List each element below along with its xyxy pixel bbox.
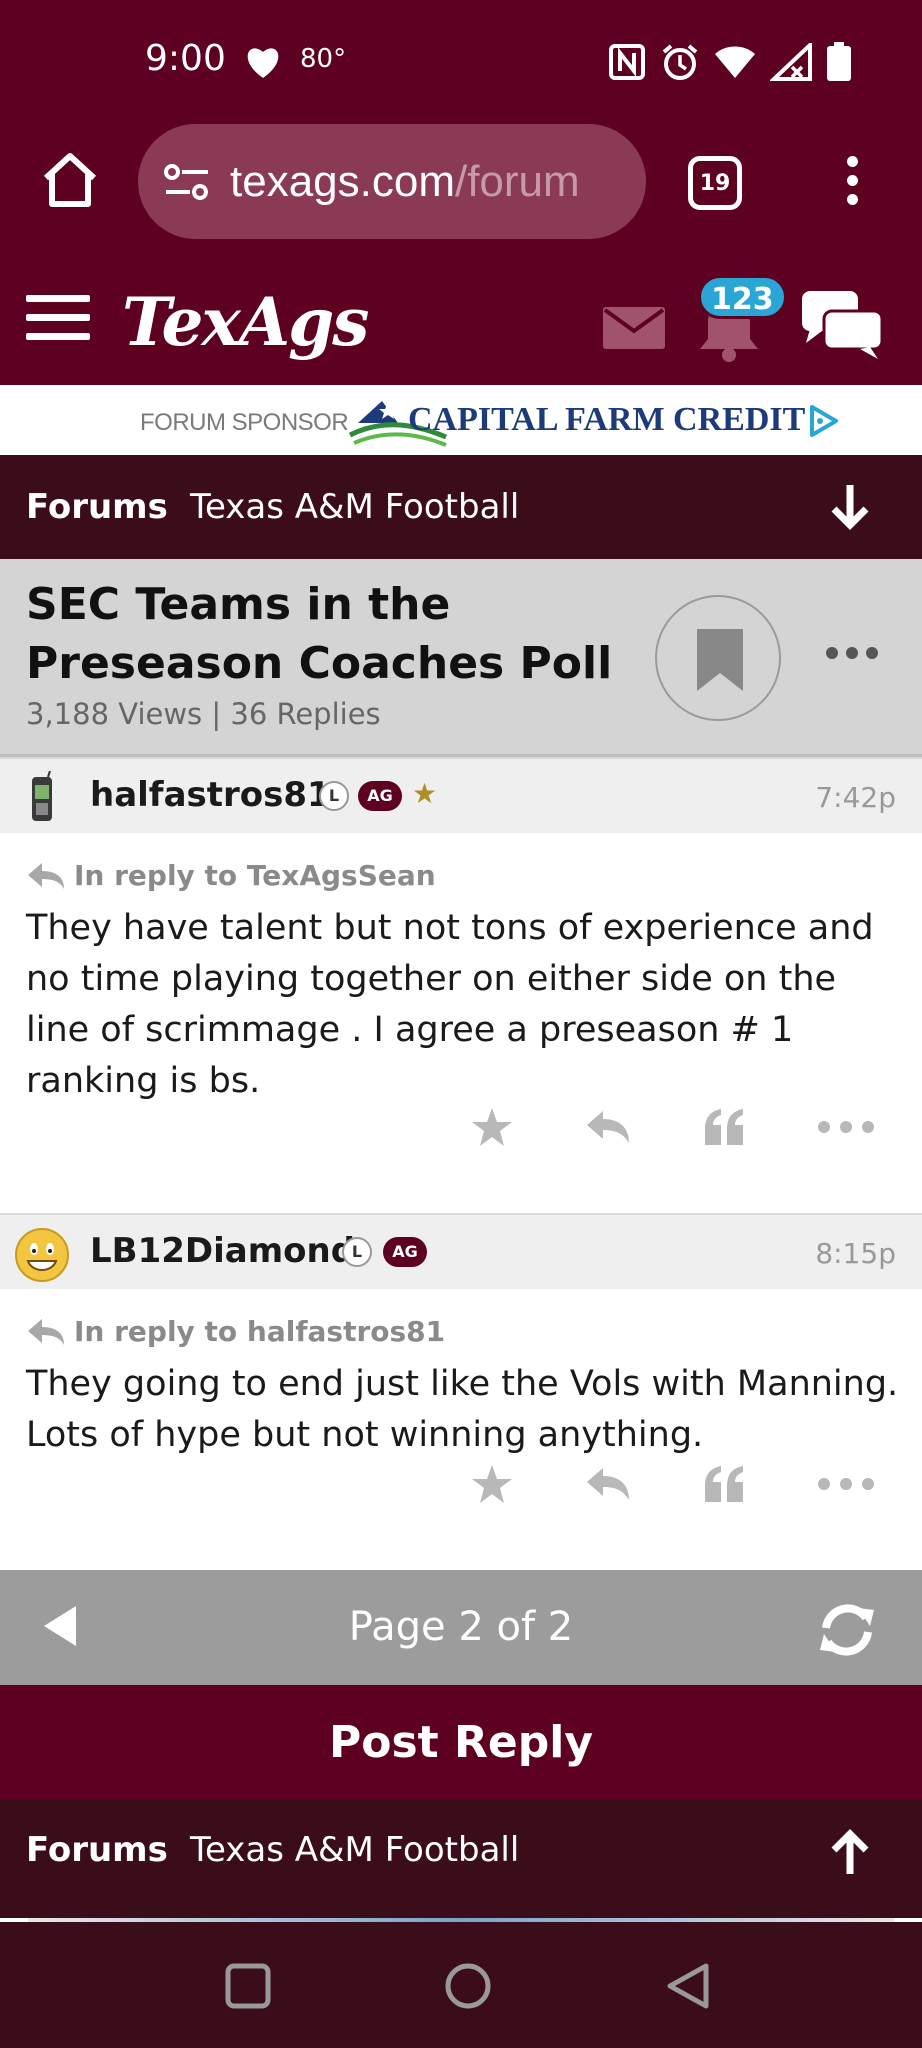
post-text: They going to end just like the Vols wit… [26, 1364, 899, 1455]
badge-ag: AG [383, 1237, 427, 1267]
bookmark-icon [697, 629, 743, 691]
browser-toolbar: texags.com/forum 19 [0, 120, 922, 245]
sponsor-brand: CAPITAL FARM CREDIT [408, 401, 806, 438]
badge-l: L [342, 1237, 372, 1267]
post-more-options-icon[interactable] [818, 1454, 874, 1514]
battery-icon [827, 42, 851, 81]
reply-to-line[interactable]: In reply to halfastros81 [26, 1315, 445, 1348]
post-username[interactable]: LB12Diamond [90, 1231, 355, 1271]
reply-icon[interactable] [578, 1097, 638, 1157]
post-text: They have talent but not tons of experie… [26, 908, 874, 1101]
thread-meta: 3,188 Views | 36 Replies [26, 697, 381, 731]
address-bar[interactable]: texags.com/forum [138, 124, 646, 239]
post-more-options-icon[interactable] [818, 1097, 874, 1157]
star-icon: ★ [412, 777, 438, 810]
refresh-icon[interactable] [814, 1602, 880, 1658]
reply-arrow-icon [28, 1319, 64, 1345]
status-bar: 9:00 80° [0, 0, 922, 120]
post-time: 7:42p [815, 781, 896, 814]
nfc-icon [609, 44, 645, 80]
post-header: LB12Diamond L AG 8:15p [0, 1213, 922, 1289]
thread-header: SEC Teams in the Preseason Coaches Poll … [0, 559, 922, 757]
breadcrumb-top: Forums Texas A&M Football [0, 455, 922, 559]
star-post-icon[interactable] [462, 1097, 522, 1157]
url-text: texags.com/forum [230, 157, 580, 207]
url-host: texags.com [230, 156, 455, 206]
url-path: /forum [454, 156, 580, 206]
post-header: halfastros81 L AG ★ 7:42p [0, 757, 922, 833]
reply-to-text: In reply to TexAgsSean [74, 859, 436, 892]
post-body: In reply to TexAgsSean They have talent … [0, 833, 922, 1213]
badge-ag: AG [358, 781, 402, 811]
adchoices-icon[interactable] [808, 405, 840, 437]
notification-count-badge[interactable]: 123 [698, 275, 787, 319]
status-icons [608, 42, 852, 82]
heart-icon [247, 48, 279, 78]
site-settings-icon[interactable] [162, 162, 212, 202]
breadcrumb-bottom: Forums Texas A&M Football [0, 1800, 922, 1918]
avatar[interactable] [14, 771, 70, 827]
chat-icon[interactable] [800, 289, 884, 361]
alarm-icon [662, 44, 698, 80]
post-body: In reply to halfastros81 They going to e… [0, 1289, 922, 1570]
signal-icon [770, 43, 812, 81]
bookmark-button[interactable] [655, 595, 781, 721]
back-triangle-icon[interactable] [664, 1962, 712, 2010]
reply-to-text: In reply to halfastros81 [74, 1315, 446, 1348]
site-logo[interactable]: TexAgs [122, 283, 369, 361]
post-username[interactable]: halfastros81 [90, 775, 331, 815]
avatar[interactable] [14, 1227, 70, 1283]
home-icon[interactable] [40, 150, 100, 210]
post-actions [0, 1454, 922, 1514]
quote-icon[interactable] [695, 1097, 755, 1157]
breadcrumb-forums-link[interactable]: Forums [26, 487, 168, 527]
quote-icon[interactable] [695, 1454, 755, 1514]
sponsor-label: FORUM SPONSOR [140, 409, 349, 436]
arrow-down-icon[interactable] [830, 483, 870, 531]
recents-square-icon[interactable] [224, 1962, 272, 2010]
breadcrumb-board-link[interactable]: Texas A&M Football [190, 1830, 519, 1870]
hamburger-menu-icon[interactable] [26, 295, 90, 341]
post-time: 8:15p [815, 1237, 896, 1270]
thread-title: SEC Teams in the Preseason Coaches Poll [26, 579, 613, 689]
reply-icon[interactable] [578, 1454, 638, 1514]
system-navigation-bar [0, 1922, 922, 2048]
mail-icon[interactable] [603, 307, 665, 349]
breadcrumb-board-link[interactable]: Texas A&M Football [190, 487, 519, 527]
browser-menu-button[interactable] [838, 156, 866, 216]
wifi-icon [715, 46, 755, 78]
pagination-bar: Page 2 of 2 [0, 1570, 922, 1685]
forum-sponsor-banner[interactable]: FORUM SPONSOR CAPITAL FARM CREDIT [0, 385, 922, 455]
tab-switcher-button[interactable]: 19 [688, 156, 742, 210]
thread-more-options-icon[interactable] [826, 647, 878, 663]
breadcrumb-forums-link[interactable]: Forums [26, 1830, 168, 1870]
post-actions [0, 1097, 922, 1157]
status-time: 9:00 [145, 38, 226, 79]
site-header: TexAgs 123 [0, 245, 922, 385]
post-reply-button[interactable]: Post Reply [0, 1685, 922, 1800]
badge-l: L [319, 781, 349, 811]
reply-to-line[interactable]: In reply to TexAgsSean [26, 859, 436, 892]
star-post-icon[interactable] [462, 1454, 522, 1514]
page-indicator: Page 2 of 2 [348, 1604, 574, 1650]
arrow-up-icon[interactable] [830, 1828, 870, 1876]
status-temperature: 80° [300, 44, 347, 74]
home-circle-icon[interactable] [444, 1962, 492, 2010]
reply-arrow-icon [28, 863, 64, 889]
